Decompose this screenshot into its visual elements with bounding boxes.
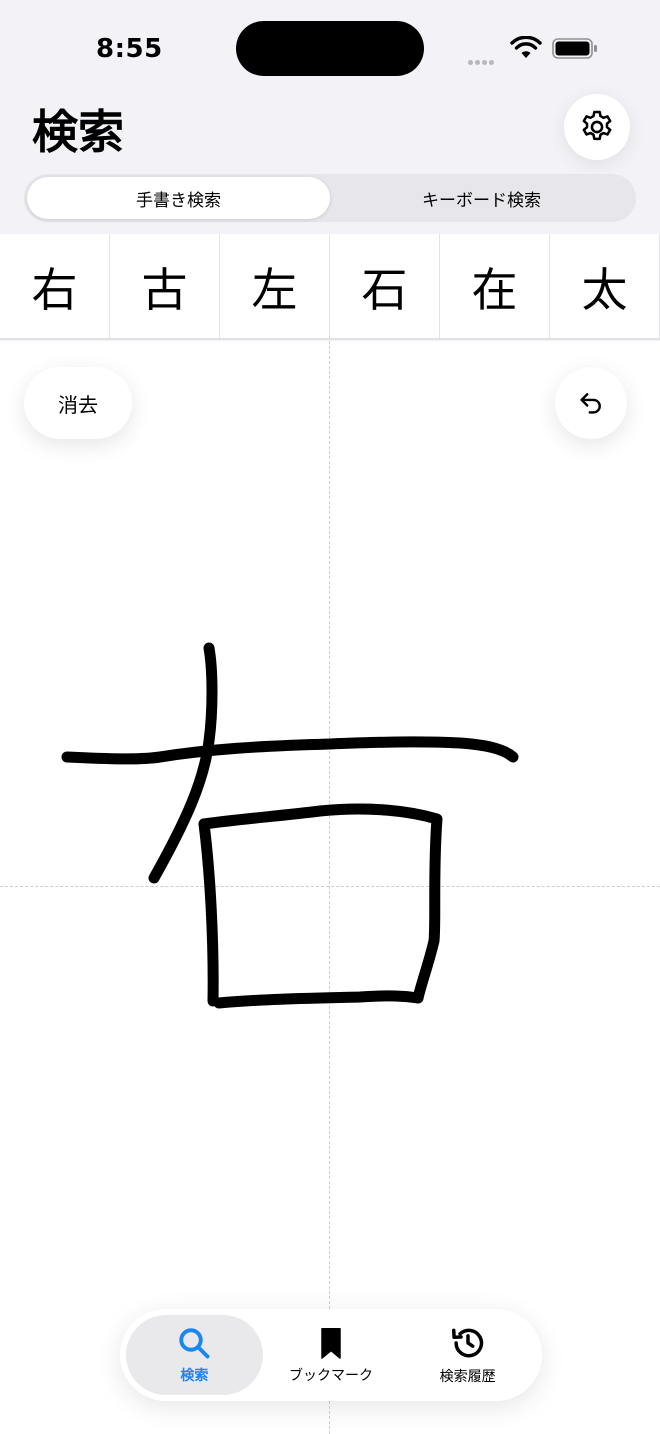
status-bar: 8:55 bbox=[0, 0, 660, 90]
candidate-char: 右 bbox=[31, 263, 78, 317]
tab-history[interactable]: 検索履歴 bbox=[399, 1315, 536, 1395]
candidate-item[interactable]: 石 bbox=[330, 234, 440, 338]
settings-button[interactable] bbox=[564, 94, 630, 160]
gear-icon bbox=[582, 110, 612, 141]
status-time: 8:55 bbox=[96, 34, 163, 64]
candidate-char: 太 bbox=[581, 263, 628, 317]
tab-bar: 検索 ブックマーク 検索履歴 bbox=[120, 1309, 542, 1401]
clear-button[interactable]: 消去 bbox=[24, 367, 132, 439]
candidate-item[interactable]: 太 bbox=[550, 234, 660, 338]
battery-icon bbox=[552, 38, 597, 59]
candidate-char: 在 bbox=[471, 263, 518, 317]
page-title: 検索 bbox=[32, 105, 124, 159]
history-icon bbox=[451, 1328, 483, 1358]
ink-stroke bbox=[198, 803, 443, 1004]
candidate-item[interactable]: 右 bbox=[0, 234, 110, 338]
undo-icon bbox=[580, 393, 601, 414]
candidate-char: 石 bbox=[361, 263, 408, 317]
undo-button[interactable] bbox=[555, 367, 627, 439]
candidate-item[interactable]: 古 bbox=[110, 234, 220, 338]
ink-stroke bbox=[213, 990, 424, 1009]
candidate-item[interactable]: 左 bbox=[220, 234, 330, 338]
signal-icon bbox=[468, 50, 496, 69]
tab-label: ブックマーク bbox=[289, 1368, 373, 1384]
kanji-candidates: 右 古 左 石 在 太 bbox=[0, 234, 660, 340]
ink-stroke bbox=[61, 736, 519, 765]
wifi-icon bbox=[510, 36, 542, 58]
tab-label: 検索履歴 bbox=[439, 1369, 496, 1385]
ink-stroke bbox=[198, 818, 219, 1007]
dynamic-island bbox=[236, 21, 424, 76]
segment-handwriting[interactable]: 手書き検索 bbox=[27, 177, 330, 219]
search-mode-segmented-control: 手書き検索 キーボード検索 bbox=[24, 174, 636, 222]
tab-label: 検索 bbox=[180, 1368, 209, 1384]
segment-keyboard[interactable]: キーボード検索 bbox=[330, 177, 633, 219]
candidate-item[interactable]: 在 bbox=[440, 234, 550, 338]
candidate-char: 左 bbox=[251, 263, 298, 317]
handwriting-canvas[interactable]: 消去 bbox=[0, 341, 660, 1434]
ink-strokes bbox=[61, 642, 519, 1009]
tab-bookmarks[interactable]: ブックマーク bbox=[263, 1315, 400, 1395]
candidate-char: 古 bbox=[141, 263, 188, 317]
bookmark-icon bbox=[321, 1328, 341, 1359]
tab-search[interactable]: 検索 bbox=[126, 1315, 263, 1395]
search-icon bbox=[179, 1328, 210, 1359]
